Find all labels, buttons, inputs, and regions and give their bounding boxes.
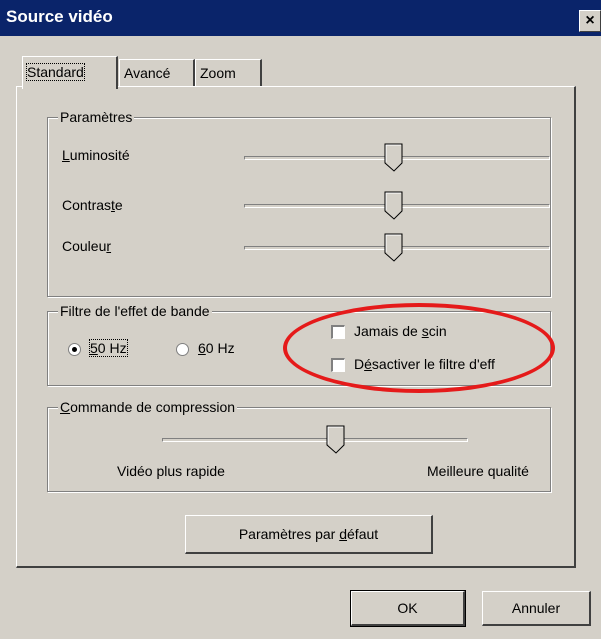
luminosite-slider-thumb[interactable] xyxy=(384,143,404,173)
radio-50hz[interactable] xyxy=(68,343,81,356)
compression-group-title: Commande de compression xyxy=(58,398,238,416)
radio-60hz-label[interactable]: 60 Hz xyxy=(198,340,235,356)
luminosite-label: Luminosité xyxy=(62,147,130,163)
radio-50hz-label[interactable]: 50 Hz xyxy=(89,339,128,357)
checkbox-desactiver-filtre-label[interactable]: Désactiver le filtre d'eff xyxy=(354,356,495,372)
window-title: Source vidéo xyxy=(6,7,113,26)
tab-standard[interactable]: Standard xyxy=(22,56,118,89)
compression-group: Commande de compression Vidéo plus rapid… xyxy=(47,398,551,492)
radio-selected-dot xyxy=(72,347,77,352)
filtre-group: Filtre de l'effet de bande 50 Hz 60 Hz J… xyxy=(47,302,551,386)
title-bar: Source vidéo × xyxy=(0,0,601,36)
tab-avance-label: Avancé xyxy=(124,65,171,81)
checkbox-jamais-scin[interactable] xyxy=(331,325,345,339)
contraste-label: Contraste xyxy=(62,197,123,213)
video-source-dialog: Source vidéo × Standard Avancé Zoom Para… xyxy=(0,0,601,639)
contraste-slider-thumb[interactable] xyxy=(384,191,404,221)
compression-right-label: Meilleure qualité xyxy=(427,463,529,479)
close-button[interactable]: × xyxy=(579,10,601,32)
checkbox-desactiver-filtre[interactable] xyxy=(331,358,345,372)
standard-tab-panel: Paramètres Luminosité Contraste Couleur xyxy=(16,86,576,568)
radio-60hz[interactable] xyxy=(176,343,189,356)
compression-slider-track[interactable] xyxy=(162,438,468,442)
compression-left-label: Vidéo plus rapide xyxy=(117,463,225,479)
close-icon: × xyxy=(585,12,595,29)
filtre-group-title: Filtre de l'effet de bande xyxy=(58,302,212,320)
ok-button[interactable]: OK xyxy=(350,590,466,627)
parametres-group: Paramètres Luminosité Contraste Couleur xyxy=(47,108,551,297)
cancel-button[interactable]: Annuler xyxy=(482,591,591,626)
tab-zoom[interactable]: Zoom xyxy=(195,59,262,87)
checkbox-jamais-scin-label[interactable]: Jamais de scin xyxy=(354,323,447,339)
tab-standard-label: Standard xyxy=(26,63,85,81)
couleur-label: Couleur xyxy=(62,238,112,254)
compression-slider-thumb[interactable] xyxy=(326,425,346,455)
reset-defaults-button[interactable]: Paramètres par défaut xyxy=(185,515,433,554)
tab-avance[interactable]: Avancé xyxy=(119,59,195,87)
tab-zoom-label: Zoom xyxy=(200,65,236,81)
couleur-slider-thumb[interactable] xyxy=(384,233,404,263)
parametres-group-title: Paramètres xyxy=(58,108,135,126)
